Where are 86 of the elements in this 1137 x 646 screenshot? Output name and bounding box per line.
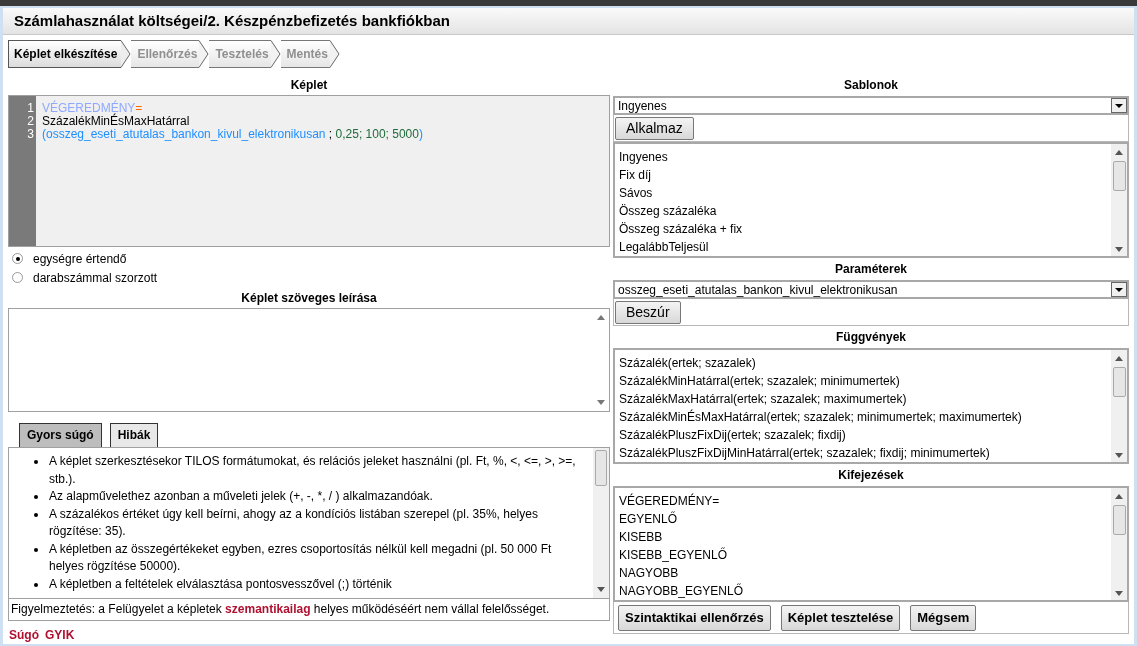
scroll-up-icon[interactable]: [597, 315, 605, 320]
scroll-up-icon[interactable]: [1115, 150, 1123, 155]
description-field[interactable]: [8, 308, 610, 412]
scroll-down-icon[interactable]: [1115, 453, 1123, 458]
line-number: 2: [26, 115, 35, 128]
scroll-thumb[interactable]: [1112, 505, 1126, 535]
scroll-up-icon[interactable]: [1115, 356, 1123, 361]
apply-button[interactable]: Alkalmaz: [615, 116, 694, 140]
code-editor[interactable]: 1 2 3 VÉGEREDMÉNY= SzázalékMinÉsMaxHatárral (osszeg_eseti_atutalas_bankon_kivul_elektronikusan ; 0,25; 100; 5000): [8, 95, 610, 247]
help-text: Az alapművelethez azonban a műveleti jelek (+, -, *, / ) alkalmazandóak.: [49, 488, 433, 505]
list-item[interactable]: Százalék(ertek; szazalek): [619, 354, 1111, 372]
radio-button[interactable]: [12, 253, 23, 264]
code-token: VÉGEREDMÉNY: [42, 102, 136, 115]
dropdown[interactable]: Ingyenes: [613, 96, 1129, 115]
list-item[interactable]: SzázalékPluszFixDijMinHatárral(ertek; szazalek; fixdij; minimumertek): [619, 444, 1111, 462]
code-token: 0,25; 100; 5000: [335, 128, 419, 141]
help-text: A képlet szerkesztésekor TILOS formátumokat, és relációs jeleket használni (pl. Ft, %, <, <=, >, >=, stb.).: [49, 453, 577, 488]
footer-link[interactable]: GYIK: [45, 626, 75, 644]
code-token: osszeg_eseti_atutalas_bankon_kivul_elektronikusan: [46, 128, 326, 141]
scroll-thumb[interactable]: [595, 450, 607, 486]
list-item[interactable]: LegalábbTeljesül: [619, 238, 1111, 256]
apply-button[interactable]: Beszúr: [615, 300, 681, 324]
scrollbar[interactable]: [1111, 488, 1127, 600]
scrollbar[interactable]: [1111, 144, 1127, 256]
chevron-icon: [121, 40, 132, 68]
action-button[interactable]: Mégsem: [910, 604, 977, 631]
code-token: =: [135, 102, 143, 115]
list-item[interactable]: SzázalékMaxHatárral(ertek; szazalek; maximumertek): [619, 390, 1111, 408]
line-number: 3: [26, 128, 35, 141]
line-number: 1: [26, 102, 35, 115]
list-item[interactable]: Sávos: [619, 184, 1111, 202]
radio-label: egységre értendő: [33, 250, 127, 268]
code-token: ;: [327, 128, 334, 141]
section-heading: Sablonok: [843, 77, 899, 93]
code-token: (: [42, 128, 46, 141]
list-item[interactable]: KISEBB: [619, 528, 1111, 546]
list-item[interactable]: Összeg százaléka + fix: [619, 220, 1111, 238]
warning-text: Figyelmeztetés: a Felügyelet a képletek szemantikailag helyes működéséért nem vállal felelősséget.: [8, 599, 610, 621]
scrollbar[interactable]: [1111, 350, 1127, 462]
help-text: A képletben az összegértékeket egyben, ezres csoportosítás nélkül kell megadni (pl. 50 000 Ft helyes rögzítése 50000).: [49, 540, 553, 575]
list-item[interactable]: Fix díj: [619, 166, 1111, 184]
scroll-down-icon[interactable]: [1115, 247, 1123, 252]
scroll-up-icon[interactable]: [1115, 494, 1123, 499]
list-item[interactable]: EGYENLŐ: [619, 510, 1111, 528]
list-item[interactable]: Összeg százaléka: [619, 202, 1111, 220]
section-heading: Képlet szöveges leírása: [240, 290, 378, 306]
bullet-icon: [34, 512, 38, 517]
code-token: ): [418, 128, 423, 141]
list-item[interactable]: Ingyenes: [619, 148, 1111, 166]
window-title: Számlahasználat költségei/2. Készpénzbefizetés bankfiókban: [14, 10, 450, 31]
list-item[interactable]: VÉGEREDMÉNY=: [619, 492, 1111, 510]
list-item[interactable]: SzázalékMinÉsMaxHatárral(ertek; szazalek; minimumertek; maximumertek): [619, 408, 1111, 426]
help-text: A képletben a feltételek elválasztása pontosvesszővel (;) történik: [49, 575, 392, 593]
section-heading: Kifejezések: [837, 467, 905, 483]
scrollbar[interactable]: [593, 448, 609, 598]
bullet-icon: [34, 495, 38, 499]
chevron-icon: [329, 40, 340, 68]
scroll-down-icon[interactable]: [1115, 591, 1123, 596]
dropdown[interactable]: osszeg_eseti_atutalas_bankon_kivul_elektronikusan: [613, 280, 1129, 299]
section-heading: Paraméterek: [833, 261, 909, 277]
list-item[interactable]: NAGYOBB_EGYENLŐ: [619, 582, 1111, 600]
chevron-icon: [199, 40, 210, 68]
radio-button[interactable]: [12, 272, 23, 283]
scroll-down-icon[interactable]: [597, 400, 605, 405]
footer-link[interactable]: Súgó: [9, 626, 39, 644]
scroll-thumb[interactable]: [1112, 161, 1126, 191]
list-item[interactable]: SzázalékPluszFixDij(ertek; szazalek; fixdij): [619, 426, 1111, 444]
section-heading: Függvények: [835, 329, 907, 345]
section-heading: Képlet: [289, 77, 329, 93]
scroll-down-icon[interactable]: [597, 587, 605, 592]
list-item[interactable]: SzázalékMinHatárral(ertek; szazalek; minimumertek): [619, 372, 1111, 390]
bullet-icon: [34, 547, 38, 552]
list-item[interactable]: NAGYOBB: [619, 564, 1111, 582]
radio-label: darabszámmal szorzott: [33, 269, 158, 287]
bullet-icon: [34, 582, 38, 587]
scroll-thumb[interactable]: [1112, 367, 1126, 397]
help-text: A százalékos értéket úgy kell beírni, ahogy az a kondíciós listában szerepel (pl. 35%, helyes rögzítése: 35).: [49, 505, 539, 540]
bullet-icon: [34, 460, 38, 464]
step-tab[interactable]: Képlet elkészítése: [8, 40, 122, 68]
action-button[interactable]: Szintaktikai ellenőrzés: [618, 604, 771, 631]
code-token: SzázalékMinÉsMaxHatárral: [42, 115, 190, 128]
help-tab[interactable]: Gyors súgó: [19, 423, 102, 447]
help-tab[interactable]: Hibák: [109, 423, 159, 447]
action-button[interactable]: Képlet tesztelése: [780, 604, 901, 631]
chevron-icon: [270, 40, 281, 68]
list-item[interactable]: KISEBB_EGYENLŐ: [619, 546, 1111, 564]
